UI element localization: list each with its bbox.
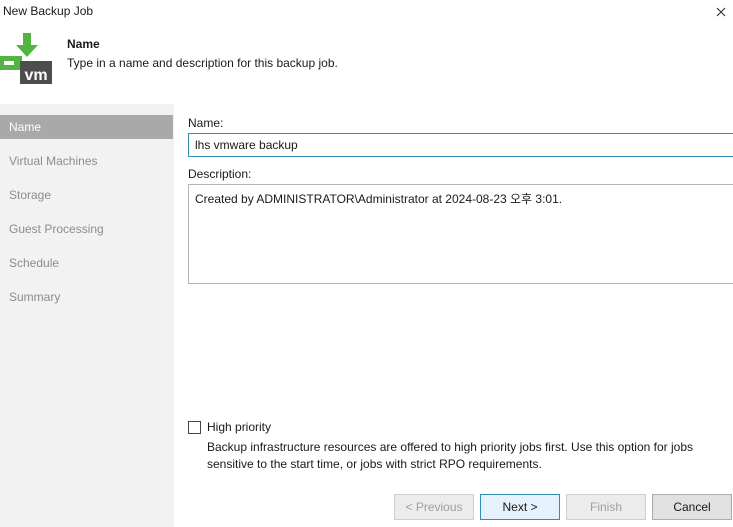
description-textarea[interactable]: Created by ADMINISTRATOR\Administrator a… bbox=[188, 184, 733, 284]
nav-item-schedule[interactable]: Schedule bbox=[0, 251, 173, 275]
vm-backup-icon: vm bbox=[0, 33, 52, 84]
high-priority-description: Backup infrastructure resources are offe… bbox=[207, 440, 694, 471]
logo-text: vm bbox=[24, 67, 47, 84]
step-title: Name bbox=[67, 37, 100, 51]
wizard-header: vm Name Type in a name and description f… bbox=[0, 24, 733, 104]
previous-button[interactable]: < Previous bbox=[394, 494, 474, 520]
nav-item-storage[interactable]: Storage bbox=[0, 183, 173, 207]
high-priority-label[interactable]: High priority bbox=[207, 420, 271, 434]
next-button[interactable]: Next > bbox=[480, 494, 560, 520]
close-icon bbox=[716, 7, 726, 17]
name-label: Name: bbox=[188, 116, 224, 130]
title-bar: New Backup Job bbox=[0, 0, 733, 24]
veeam-vm-logo: vm bbox=[0, 32, 56, 88]
description-label: Description: bbox=[188, 167, 252, 181]
window-title: New Backup Job bbox=[3, 4, 94, 18]
step-subtitle: Type in a name and description for this … bbox=[67, 56, 338, 70]
nav-item-virtual-machines[interactable]: Virtual Machines bbox=[0, 149, 173, 173]
job-name-input[interactable] bbox=[188, 133, 733, 157]
wizard-steps-nav: Name Virtual Machines Storage Guest Proc… bbox=[0, 115, 173, 319]
cancel-button[interactable]: Cancel bbox=[652, 494, 732, 520]
nav-item-summary[interactable]: Summary bbox=[0, 285, 173, 309]
nav-item-guest-processing[interactable]: Guest Processing bbox=[0, 217, 173, 241]
high-priority-checkbox[interactable] bbox=[188, 421, 201, 434]
nav-item-name[interactable]: Name bbox=[0, 115, 173, 139]
step-content: Name: Description: Created by ADMINISTRA… bbox=[174, 104, 733, 527]
close-button[interactable] bbox=[709, 0, 733, 24]
finish-button[interactable]: Finish bbox=[566, 494, 646, 520]
wizard-body: Name Virtual Machines Storage Guest Proc… bbox=[0, 104, 733, 527]
